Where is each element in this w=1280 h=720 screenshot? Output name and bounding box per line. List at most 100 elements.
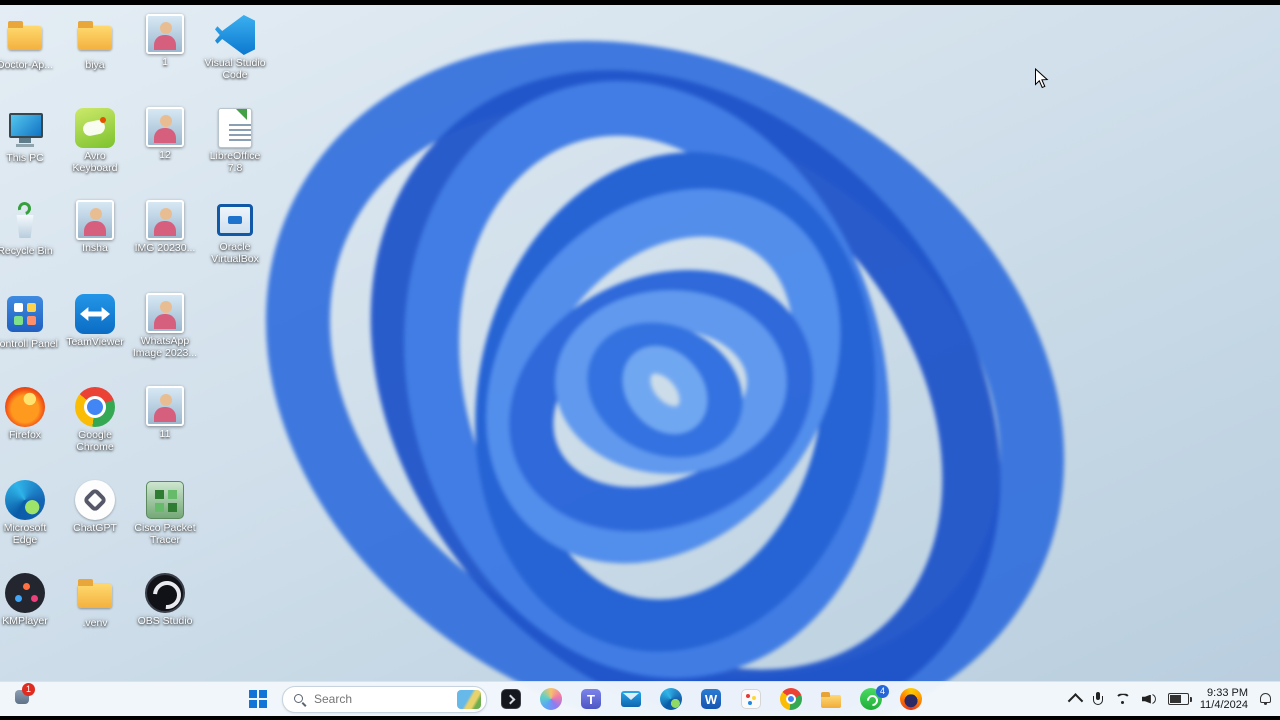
taskbar-app-word[interactable]: W <box>693 684 729 714</box>
chrome-icon <box>75 387 115 427</box>
cisco-icon <box>146 481 184 519</box>
notification-bell-icon[interactable] <box>1259 692 1272 706</box>
pc-icon <box>3 106 47 150</box>
desktop-icon-chatgpt[interactable]: ChatGPT <box>62 478 128 534</box>
desktop: Doctor-Ap... This PC Recycle Bin Control… <box>0 5 1280 716</box>
desktop-icon-this-pc[interactable]: This PC <box>0 106 58 164</box>
desktop-icon-firefox[interactable]: Firefox <box>0 385 58 441</box>
desktop-icon-oracle-virtualbox[interactable]: Oracle VirtualBox <box>202 199 268 265</box>
avro-icon <box>75 108 115 148</box>
word-icon: W <box>698 686 724 712</box>
desktop-icon-kmplayer[interactable]: KMPlayer <box>0 571 58 627</box>
taskbar-app-copilot[interactable] <box>533 684 569 714</box>
desktop-icon-photo-12[interactable]: 12 <box>132 106 198 161</box>
desktop-icon-label: LibreOffice 7.8 <box>209 150 261 174</box>
search-icon <box>293 693 306 706</box>
taskbar-app-outlook[interactable] <box>613 684 649 714</box>
desktop-icon-microsoft-edge[interactable]: Microsoft Edge <box>0 478 58 546</box>
search-input[interactable] <box>312 691 451 707</box>
volume-icon[interactable] <box>1142 693 1157 706</box>
search-daily-image[interactable] <box>457 689 481 709</box>
taskbar-center: T W <box>240 682 929 716</box>
desktop-icon-libreoffice[interactable]: LibreOffice 7.8 <box>202 106 268 174</box>
desktop-icon-label: Recycle Bin <box>0 245 53 257</box>
desktop-icon-cisco-packet-tracer[interactable]: Cisco Packet Tracer <box>132 478 198 546</box>
desktop-icon-img-20230[interactable]: IMG 20230... <box>132 199 198 254</box>
copilot-icon <box>538 686 564 712</box>
desktop-icon-doctor-app[interactable]: Doctor-Ap... <box>0 13 58 71</box>
firefox-icon <box>5 387 45 427</box>
edge-icon <box>5 480 45 520</box>
tray-overflow-area: 1 <box>12 683 35 707</box>
microphone-icon[interactable] <box>1092 691 1104 707</box>
desktop-icon-label: Visual Studio Code <box>204 57 266 81</box>
folder-icon <box>73 13 117 57</box>
app-icon-letter <box>898 686 924 712</box>
taskbar-app-row: T W 4 <box>493 684 929 714</box>
desktop-icon-biya[interactable]: biya <box>62 13 128 71</box>
notification-count-badge: 1 <box>22 683 35 696</box>
desktop-icon-avro-keyboard[interactable]: Avro Keyboard <box>62 106 128 174</box>
clock[interactable]: 9:33 PM 11/4/2024 <box>1200 687 1248 712</box>
start-button[interactable] <box>240 684 276 714</box>
desktop-icon-label: TeamViewer <box>66 336 124 348</box>
photo-icon <box>146 200 184 240</box>
battery-icon[interactable] <box>1167 693 1192 705</box>
vscode-icon <box>215 15 255 55</box>
clock-date: 11/4/2024 <box>1199 699 1248 711</box>
desktop-icon-photo-11[interactable]: 11 <box>132 385 198 440</box>
photo-icon <box>146 107 184 147</box>
photo-icon <box>146 14 184 54</box>
km-icon <box>5 573 45 613</box>
desktop-icon-insha[interactable]: Insha <box>62 199 128 254</box>
desktop-icon-label: Microsoft Edge <box>3 522 47 546</box>
recycle-icon <box>3 199 47 243</box>
desktop-icon-teamviewer[interactable]: TeamViewer <box>62 292 128 348</box>
desktop-icon-grid: Doctor-Ap... This PC Recycle Bin Control… <box>0 5 1280 716</box>
foldertb-icon <box>818 686 844 712</box>
folder-icon <box>73 571 117 615</box>
taskbar-app-firefox[interactable] <box>893 684 929 714</box>
desktop-icon-label: WhatsApp Image 2023... <box>132 335 198 359</box>
app-icon-letter <box>778 686 804 712</box>
desktop-icon-label: KMPlayer <box>2 615 48 627</box>
app-icon-letter <box>498 686 524 712</box>
app-icon-letter: T <box>587 691 595 707</box>
photo-icon <box>146 293 184 333</box>
taskbar-app-edge[interactable] <box>653 684 689 714</box>
search-box[interactable] <box>282 685 487 713</box>
teamviewer-icon <box>75 294 115 334</box>
desktop-icon-label: 1 <box>162 56 168 68</box>
desktop-icon-photo-1[interactable]: 1 <box>132 13 198 68</box>
desktop-icon-label: 12 <box>159 149 171 161</box>
edgetb-icon <box>658 686 684 712</box>
taskbar-app-paint[interactable] <box>733 684 769 714</box>
wifi-icon[interactable] <box>1115 693 1131 706</box>
desktop-icon-venv[interactable]: .venv <box>62 571 128 629</box>
desktop-icon-google-chrome[interactable]: Google Chrome <box>62 385 128 453</box>
taskbar-app-file-explorer[interactable] <box>813 684 849 714</box>
system-tray: 9:33 PM 11/4/2024 <box>1067 682 1272 716</box>
taskbar-app-chrome[interactable] <box>773 684 809 714</box>
desktop-icon-visual-studio-code[interactable]: Visual Studio Code <box>202 13 268 81</box>
taskbar-app-teams[interactable]: T <box>573 684 609 714</box>
desktop-icon-recycle-bin[interactable]: Recycle Bin <box>0 199 58 257</box>
desktop-icon-obs-studio[interactable]: OBS Studio <box>132 571 198 627</box>
desktop-icon-whatsapp-image-2023[interactable]: WhatsApp Image 2023... <box>132 292 198 359</box>
photo-icon <box>76 200 114 240</box>
windows-logo-icon <box>245 686 271 712</box>
taskbar-app-whatsapp[interactable]: 4 <box>853 684 889 714</box>
app-icon-letter <box>538 686 564 712</box>
libre-icon <box>218 108 252 148</box>
tray-overflow-icon[interactable]: 1 <box>12 683 35 707</box>
paint-icon <box>738 686 764 712</box>
desktop-icon-label: This PC <box>6 152 44 164</box>
show-hidden-icons-chevron-icon[interactable] <box>1067 692 1084 709</box>
desktop-icon-label: Cisco Packet Tracer <box>134 522 196 546</box>
taskbar-app-terminal[interactable] <box>493 684 529 714</box>
notification-count-badge: 4 <box>876 685 889 698</box>
desktop-icon-label: Firefox <box>8 429 42 441</box>
desktop-icon-control-panel[interactable]: Controll Panel <box>0 292 58 350</box>
clock-time: 9:33 PM <box>1207 686 1248 699</box>
firefoxtb-icon <box>898 686 924 712</box>
